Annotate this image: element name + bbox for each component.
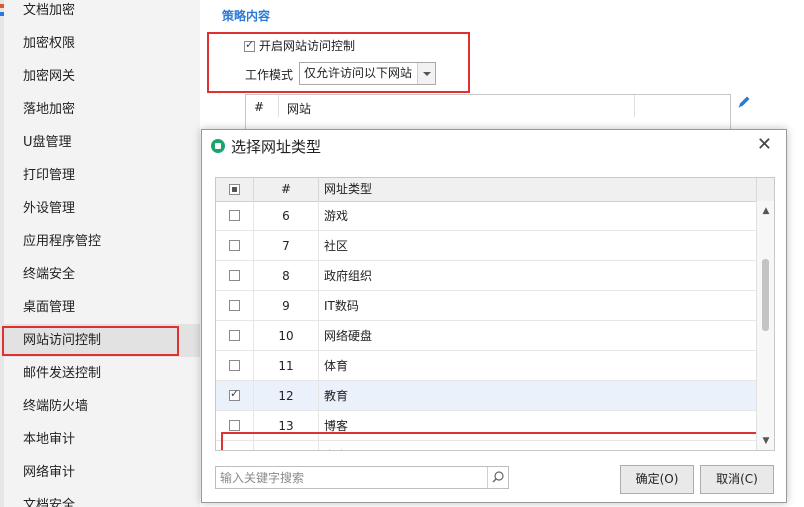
scroll-down-icon[interactable]: ▼ <box>757 433 774 449</box>
grid-header: # 网址类型 <box>216 178 774 202</box>
table-row[interactable]: 10 网络硬盘 <box>216 321 756 351</box>
scroll-up-icon[interactable]: ▲ <box>757 203 774 219</box>
select-url-type-dialog: 选择网址类型 ✕ # 网址类型 6 游戏 7 社区 8 政府组织 9 IT数码 10 网络硬盘 11… <box>201 129 787 503</box>
table-row[interactable]: 9 IT数码 <box>216 291 756 321</box>
header-index: # <box>254 178 319 201</box>
row-url-type: 教育 <box>324 389 349 403</box>
sidebar-item[interactable]: 终端防火墙 <box>4 390 200 423</box>
row-select-cell <box>216 381 254 411</box>
highlight-box-policy <box>207 32 470 93</box>
table-row[interactable]: 8 政府组织 <box>216 261 756 291</box>
header-select-cell <box>216 178 254 201</box>
row-index: 10 <box>254 321 319 351</box>
row-index: 11 <box>254 351 319 381</box>
row-index: 9 <box>254 291 319 321</box>
sidebar-item[interactable]: 桌面管理 <box>4 291 200 324</box>
header-scroll-corner <box>756 178 774 201</box>
sidebar-item[interactable]: 应用程序管控 <box>4 225 200 258</box>
sidebar-item[interactable]: 文档加密 <box>4 0 200 27</box>
sidebar-item[interactable]: 网络审计 <box>4 456 200 489</box>
column-divider <box>634 95 635 117</box>
column-divider <box>278 95 279 117</box>
cancel-button[interactable]: 取消(C) <box>700 465 774 494</box>
highlight-box-active-item <box>2 326 179 356</box>
site-table: # 网站 <box>245 94 731 134</box>
row-select-cell <box>216 291 254 321</box>
app-logo-icon <box>211 139 225 153</box>
search-box <box>215 466 509 489</box>
table-row[interactable]: 11 体育 <box>216 351 756 381</box>
vertical-scrollbar[interactable]: ▲ ▼ <box>756 201 774 450</box>
table-row[interactable]: 6 游戏 <box>216 201 756 231</box>
sidebar-nav: 文档加密 加密权限 加密网关 落地加密 U盘管理 打印管理 外设管理 应用程序管控 终端安全 桌面… <box>0 0 200 507</box>
sidebar-item[interactable]: 加密网关 <box>4 60 200 93</box>
row-index: 12 <box>254 381 319 411</box>
dialog-titlebar: 选择网址类型 ✕ <box>202 130 786 161</box>
row-checkbox[interactable] <box>229 210 240 221</box>
row-checkbox[interactable] <box>229 420 240 431</box>
row-select-cell <box>216 261 254 291</box>
table-row[interactable]: 12 教育 <box>216 381 756 411</box>
row-url-type: 游戏 <box>324 209 349 223</box>
row-checkbox[interactable] <box>229 270 240 281</box>
row-url-type: 网络硬盘 <box>324 329 373 343</box>
row-url-type: 社区 <box>324 239 349 253</box>
sidebar-item[interactable]: 加密权限 <box>4 27 200 60</box>
row-checkbox[interactable] <box>229 300 240 311</box>
row-index: 6 <box>254 201 319 231</box>
row-index: 8 <box>254 261 319 291</box>
row-checkbox[interactable] <box>229 450 240 451</box>
site-table-index-header: # <box>254 100 265 114</box>
row-select-cell <box>216 351 254 381</box>
row-checkbox[interactable] <box>229 360 240 371</box>
row-url-type: IT数码 <box>324 299 359 313</box>
row-select-cell <box>216 321 254 351</box>
header-url-type: 网址类型 <box>324 182 373 196</box>
highlight-box-selected-row <box>221 432 759 450</box>
section-title: 策略内容 <box>222 9 271 23</box>
edit-pencil-icon[interactable] <box>736 94 752 110</box>
search-button[interactable] <box>487 467 508 488</box>
sidebar-item[interactable]: 打印管理 <box>4 159 200 192</box>
grid-rows: 6游戏7社区8政府组织9IT数码10网络硬盘11体育12教育13博客14文学 <box>216 201 756 451</box>
site-table-site-header: 网站 <box>287 102 312 116</box>
row-url-type: 体育 <box>324 359 349 373</box>
row-checkbox[interactable] <box>229 240 240 251</box>
table-row[interactable]: 7 社区 <box>216 231 756 261</box>
sidebar-item[interactable]: 邮件发送控制 <box>4 357 200 390</box>
sidebar-item[interactable]: 文档安全 <box>4 489 200 507</box>
row-checkbox[interactable] <box>229 387 240 401</box>
dialog-title: 选择网址类型 <box>231 138 322 156</box>
row-url-type: 政府组织 <box>324 269 373 283</box>
row-index: 7 <box>254 231 319 261</box>
sidebar-item[interactable]: 本地审计 <box>4 423 200 456</box>
sidebar-item[interactable]: 落地加密 <box>4 93 200 126</box>
row-select-cell <box>216 231 254 261</box>
search-icon <box>492 471 504 483</box>
select-all-checkbox[interactable] <box>229 184 240 195</box>
scroll-thumb[interactable] <box>762 259 769 331</box>
ok-button[interactable]: 确定(O) <box>620 465 694 494</box>
url-type-grid: # 网址类型 6游戏7社区8政府组织9IT数码10网络硬盘11体育12教育13博… <box>215 177 775 451</box>
search-input[interactable] <box>216 467 488 488</box>
sidebar-item[interactable]: 外设管理 <box>4 192 200 225</box>
row-checkbox[interactable] <box>229 330 240 341</box>
row-select-cell <box>216 201 254 231</box>
sidebar-item[interactable]: 终端安全 <box>4 258 200 291</box>
sidebar-item[interactable]: U盘管理 <box>4 126 200 159</box>
close-icon[interactable]: ✕ <box>757 134 772 155</box>
